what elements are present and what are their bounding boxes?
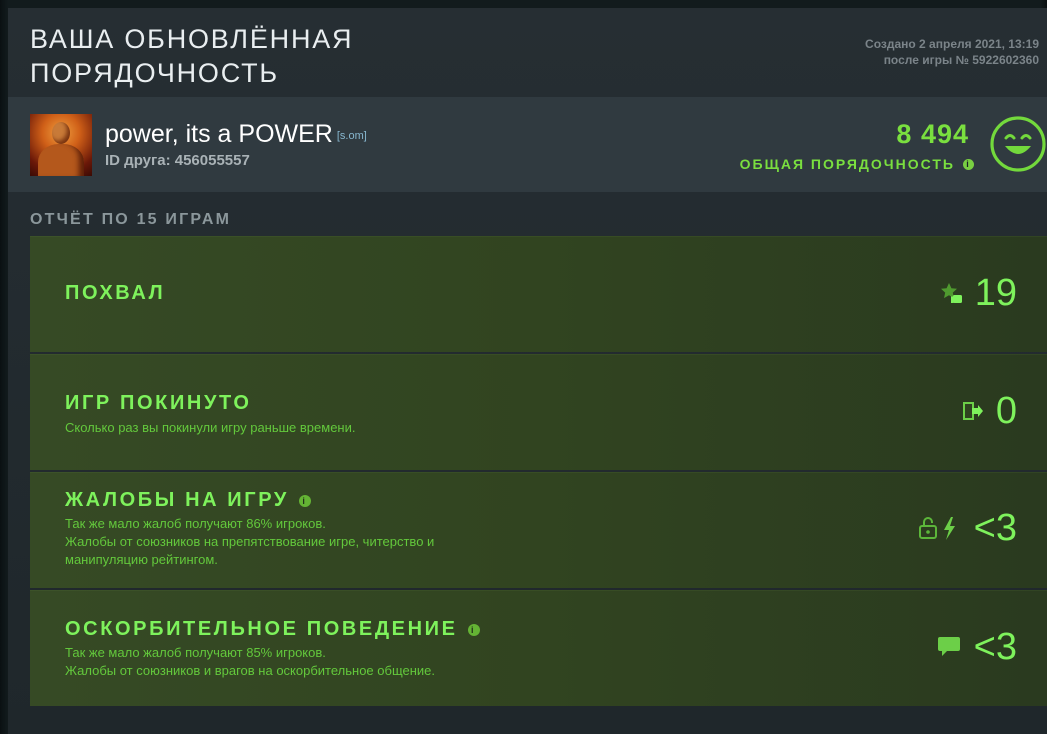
behavior-score-label: ОБЩАЯ ПОРЯДОЧНОСТЬ: [739, 156, 955, 172]
behavior-score: 8 494: [896, 119, 969, 149]
smiley-face-icon: [990, 116, 1046, 172]
row-value: 19: [974, 272, 1017, 314]
behavior-score-label-row: ОБЩАЯ ПОРЯДОЧНОСТЬ i: [740, 156, 974, 172]
row-description: Так же мало жалоб получают 86% игроков. …: [65, 516, 435, 567]
lock-lightning-icon: [918, 515, 962, 541]
after-match-number: после игры № 5922602360: [883, 53, 1039, 67]
info-icon[interactable]: i: [963, 158, 974, 170]
created-date: Создано 2 апреля 2021, 13:19: [865, 37, 1039, 51]
row-title-text: ИГР ПОКИНУТО: [65, 392, 252, 414]
row-value-group: 19: [939, 274, 1017, 312]
row-value: 0: [995, 390, 1017, 432]
info-icon[interactable]: i: [298, 494, 311, 507]
row-description: Сколько раз вы покинули игру раньше врем…: [65, 420, 356, 435]
info-icon[interactable]: i: [467, 623, 480, 636]
row-description: Так же мало жалоб получают 85% игроков. …: [65, 645, 436, 678]
row-value: <3: [973, 507, 1017, 549]
avatar-head-shape: [52, 122, 70, 144]
report-title: ОТЧЁТ ПО 15 ИГРАМ: [30, 211, 232, 228]
player-name-line: power, its a POWER [s.om]: [105, 119, 367, 151]
avatar-body-shape: [38, 144, 84, 176]
row-title: ОСКОРБИТЕЛЬНОЕ ПОВЕДЕНИЕ i: [65, 618, 480, 641]
behavior-summary-panel: ВАША ОБНОВЛЁННАЯ ПОРЯДОЧНОСТЬ Создано 2 …: [8, 8, 1047, 734]
panel-title: ВАША ОБНОВЛЁННАЯ ПОРЯДОЧНОСТЬ: [30, 24, 354, 88]
row-value-group: <3: [918, 509, 1017, 547]
report-row-game-reports: ЖАЛОБЫ НА ИГРУ i Так же мало жалоб получ…: [30, 472, 1047, 588]
report-row-commends: ПОХВАЛ 19: [30, 236, 1047, 352]
player-bar: power, its a POWER [s.om] ID друга: 45605…: [8, 97, 1047, 192]
row-title: ЖАЛОБЫ НА ИГРУ i: [65, 489, 311, 512]
created-info: Создано 2 апреля 2021, 13:19 после игры …: [865, 36, 1039, 68]
report-row-abandons: ИГР ПОКИНУТО Сколько раз вы покинули игр…: [30, 354, 1047, 470]
report-rows: ПОХВАЛ 19 ИГР ПОКИНУТО Сколько раз вы по…: [30, 236, 1047, 708]
avatar[interactable]: [30, 114, 92, 176]
clan-tag: [s.om]: [336, 130, 367, 142]
exit-door-icon: [960, 399, 984, 423]
row-title: ПОХВАЛ: [65, 282, 165, 305]
star-thumb-icon: [939, 281, 963, 305]
row-value-group: 0: [960, 392, 1017, 430]
player-name: power, its a POWER: [105, 120, 333, 148]
row-title-text: ЖАЛОБЫ НА ИГРУ: [65, 489, 289, 511]
row-title-text: ПОХВАЛ: [65, 282, 166, 304]
chat-bubble-icon: [936, 635, 962, 659]
row-value: <3: [973, 626, 1017, 668]
row-value-group: <3: [936, 628, 1017, 666]
row-title: ИГР ПОКИНУТО: [65, 392, 251, 415]
report-row-communication-reports: ОСКОРБИТЕЛЬНОЕ ПОВЕДЕНИЕ i Так же мало ж…: [30, 590, 1047, 706]
friend-id: ID друга: 456055557: [105, 152, 250, 169]
row-title-text: ОСКОРБИТЕЛЬНОЕ ПОВЕДЕНИЕ: [65, 618, 458, 640]
